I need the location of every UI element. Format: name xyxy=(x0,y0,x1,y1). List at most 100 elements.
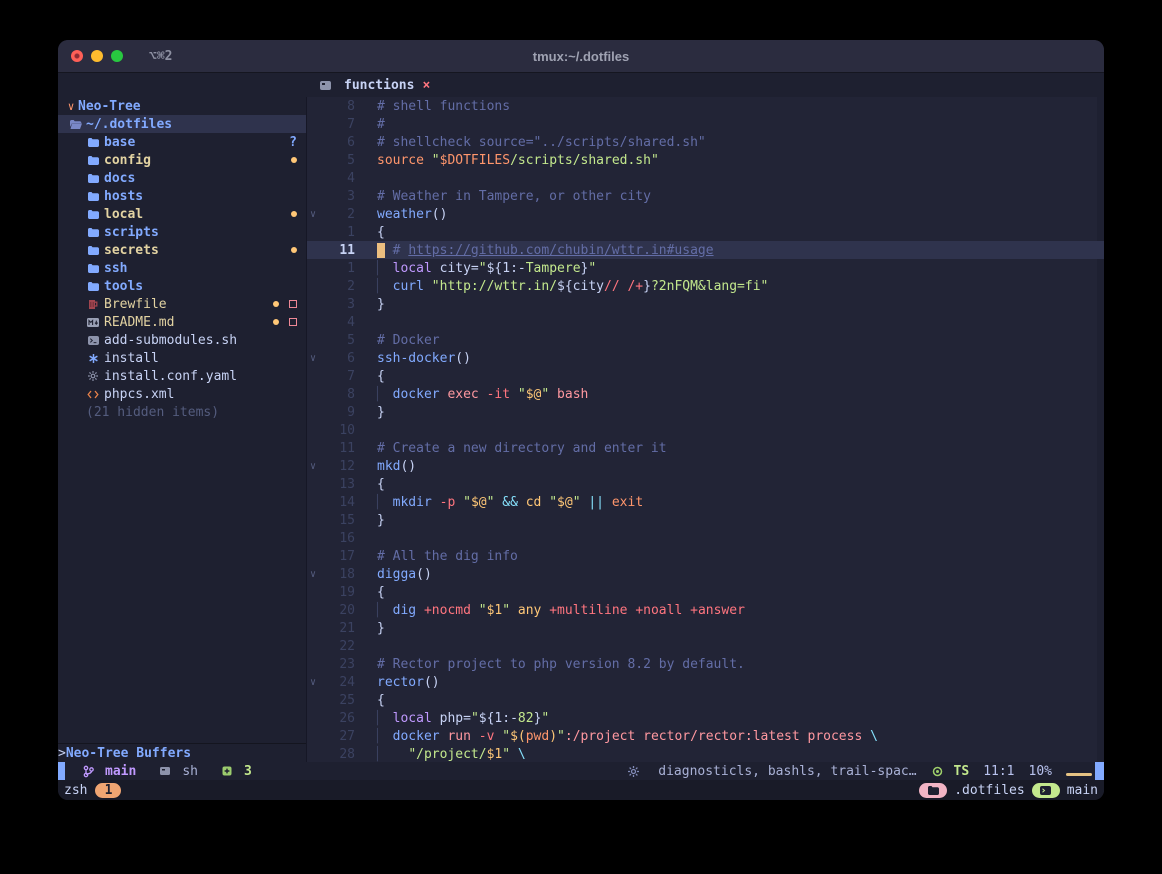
tmux-right: .dotfiles main xyxy=(919,783,1098,798)
tree-item-install[interactable]: install xyxy=(58,349,306,367)
neo-tree-header[interactable]: ∨ Neo-Tree xyxy=(58,97,306,115)
shell-script-icon xyxy=(86,336,100,345)
code-text: digga() xyxy=(377,567,432,582)
tmux-window-index: 1 xyxy=(105,783,113,798)
code-line[interactable]: ∨6ssh-docker() xyxy=(307,349,1097,367)
tab-functions[interactable]: functions × xyxy=(318,78,430,93)
code-line[interactable]: 19{ xyxy=(307,583,1097,601)
code-line-current[interactable]: 11 # https://github.com/chubin/wttr.in#u… xyxy=(307,241,1097,259)
code-line[interactable]: 6# shellcheck source="../scripts/shared.… xyxy=(307,133,1097,151)
code-line[interactable]: 4 xyxy=(307,169,1097,187)
line-number: 15 xyxy=(319,513,355,528)
tree-item-base[interactable]: base? xyxy=(58,133,306,151)
code-line[interactable]: 11# Create a new directory and enter it xyxy=(307,439,1097,457)
tree-item-secrets[interactable]: secrets xyxy=(58,241,306,259)
code-line[interactable]: 26▏ local php="${1:-82}" xyxy=(307,709,1097,727)
code-line[interactable]: 27▏ docker run -v "$(pwd)":/project rect… xyxy=(307,727,1097,745)
code-line[interactable]: 7# xyxy=(307,115,1097,133)
fold-marker-icon[interactable]: ∨ xyxy=(307,353,319,364)
code-line[interactable]: ∨2weather() xyxy=(307,205,1097,223)
tree-item-add-submodules.sh[interactable]: add-submodules.sh xyxy=(58,331,306,349)
fold-marker-icon[interactable]: ∨ xyxy=(307,209,319,220)
code-line[interactable]: 3# Weather in Tampere, or other city xyxy=(307,187,1097,205)
git-staged-square xyxy=(289,300,297,308)
tree-item-tools[interactable]: tools xyxy=(58,277,306,295)
tree-item-docs[interactable]: docs xyxy=(58,169,306,187)
code-line[interactable]: ∨18digga() xyxy=(307,565,1097,583)
code-line[interactable]: 4 xyxy=(307,313,1097,331)
tree-item-label: docs xyxy=(104,171,135,186)
code-line[interactable]: 16 xyxy=(307,529,1097,547)
code-line[interactable]: ∨12mkd() xyxy=(307,457,1097,475)
tree-item-scripts[interactable]: scripts xyxy=(58,223,306,241)
code-line[interactable]: 1{ xyxy=(307,223,1097,241)
fold-marker-icon[interactable]: ∨ xyxy=(307,569,319,580)
code-line[interactable]: 5source "$DOTFILES/scripts/shared.sh" xyxy=(307,151,1097,169)
code-line[interactable]: 15} xyxy=(307,511,1097,529)
scroll-percent: 10% xyxy=(1029,764,1052,779)
code-line[interactable]: 20▏ dig +nocmd "$1" any +multiline +noal… xyxy=(307,601,1097,619)
git-modified-dot xyxy=(273,319,279,325)
gear-icon xyxy=(86,371,100,381)
line-number: 1 xyxy=(319,225,355,240)
tree-item-root[interactable]: ~/.dotfiles xyxy=(58,115,306,133)
code-text: # Create a new directory and enter it xyxy=(377,441,667,456)
code-line[interactable]: 23# Rector project to php version 8.2 by… xyxy=(307,655,1097,673)
line-number: 7 xyxy=(319,369,355,384)
folder-icon xyxy=(86,192,100,201)
line-number: 23 xyxy=(319,657,355,672)
code-line[interactable]: 1▏ local city="${1:-Tampere}" xyxy=(307,259,1097,277)
tmux-status-bar: zsh 1 .dotfiles main xyxy=(58,780,1104,800)
tmux-session-dir-badge[interactable] xyxy=(919,783,947,798)
buffer-icon xyxy=(318,81,332,90)
tmux-window-badge[interactable]: 1 xyxy=(95,783,121,798)
code-line[interactable]: 13{ xyxy=(307,475,1097,493)
line-number: 9 xyxy=(319,405,355,420)
line-number: 5 xyxy=(319,333,355,348)
code-line[interactable]: 14▏ mkdir -p "$@" && cd "$@" || exit xyxy=(307,493,1097,511)
code-line[interactable]: 21} xyxy=(307,619,1097,637)
git-modified-dot xyxy=(273,301,279,307)
code-text: ▏ curl "http://wttr.in/${city// /+}?2nFQ… xyxy=(377,279,768,294)
code-line[interactable]: 9} xyxy=(307,403,1097,421)
code-line[interactable]: 17# All the dig info xyxy=(307,547,1097,565)
scrollbar-thumb[interactable] xyxy=(1095,762,1104,780)
tree-item-install.conf.yaml[interactable]: install.conf.yaml xyxy=(58,367,306,385)
tmux-branch-badge[interactable] xyxy=(1032,783,1060,798)
line-number: 24 xyxy=(319,675,355,690)
code-line[interactable]: 28▏ "/project/$1" \ xyxy=(307,745,1097,762)
code-line[interactable]: 8# shell functions xyxy=(307,97,1097,115)
code-line[interactable]: 3} xyxy=(307,295,1097,313)
line-number: 8 xyxy=(319,387,355,402)
tree-item-Brewfile[interactable]: Brewfile xyxy=(58,295,306,313)
main-content: ∨ Neo-Tree ~/.dotfiles base?config docsho… xyxy=(58,97,1104,762)
neo-tree-buffers-header[interactable]: > Neo-Tree Buffers xyxy=(58,743,306,762)
tree-item-phpcs.xml[interactable]: phpcs.xml xyxy=(58,385,306,403)
close-tab-icon[interactable]: × xyxy=(422,78,430,93)
lsp-servers-label: diagnosticls, bashls, trail-spac… xyxy=(658,764,916,779)
tree-item-local[interactable]: local xyxy=(58,205,306,223)
tree-item-label: README.md xyxy=(104,315,174,330)
code-line[interactable]: ∨24rector() xyxy=(307,673,1097,691)
code-line[interactable]: 2 ▏ curl "http://wttr.in/${city// /+}?2nF… xyxy=(307,277,1097,295)
scrollbar-track[interactable] xyxy=(1097,97,1104,762)
fold-marker-icon[interactable]: ∨ xyxy=(307,461,319,472)
code-text: ▏ docker run -v "$(pwd)":/project rector… xyxy=(377,729,878,744)
code-line[interactable]: 7{ xyxy=(307,367,1097,385)
code-text: { xyxy=(377,585,385,600)
code-line[interactable]: 5# Docker xyxy=(307,331,1097,349)
code-editor[interactable]: 8# shell functions7#6# shellcheck source… xyxy=(307,97,1104,762)
tree-item-README.md[interactable]: README.md xyxy=(58,313,306,331)
git-status-badges: ? xyxy=(289,135,297,150)
treesitter-indicator: TS xyxy=(931,764,970,779)
code-line[interactable]: 8▏ docker exec -it "$@" bash xyxy=(307,385,1097,403)
tree-item-config[interactable]: config xyxy=(58,151,306,169)
fold-marker-icon[interactable]: ∨ xyxy=(307,677,319,688)
code-line[interactable]: 22 xyxy=(307,637,1097,655)
line-number: 6 xyxy=(319,351,355,366)
code-line[interactable]: 25{ xyxy=(307,691,1097,709)
tree-item-ssh[interactable]: ssh xyxy=(58,259,306,277)
tree-item-hosts[interactable]: hosts xyxy=(58,187,306,205)
code-line[interactable]: 10 xyxy=(307,421,1097,439)
line-number: 2 xyxy=(319,279,355,294)
